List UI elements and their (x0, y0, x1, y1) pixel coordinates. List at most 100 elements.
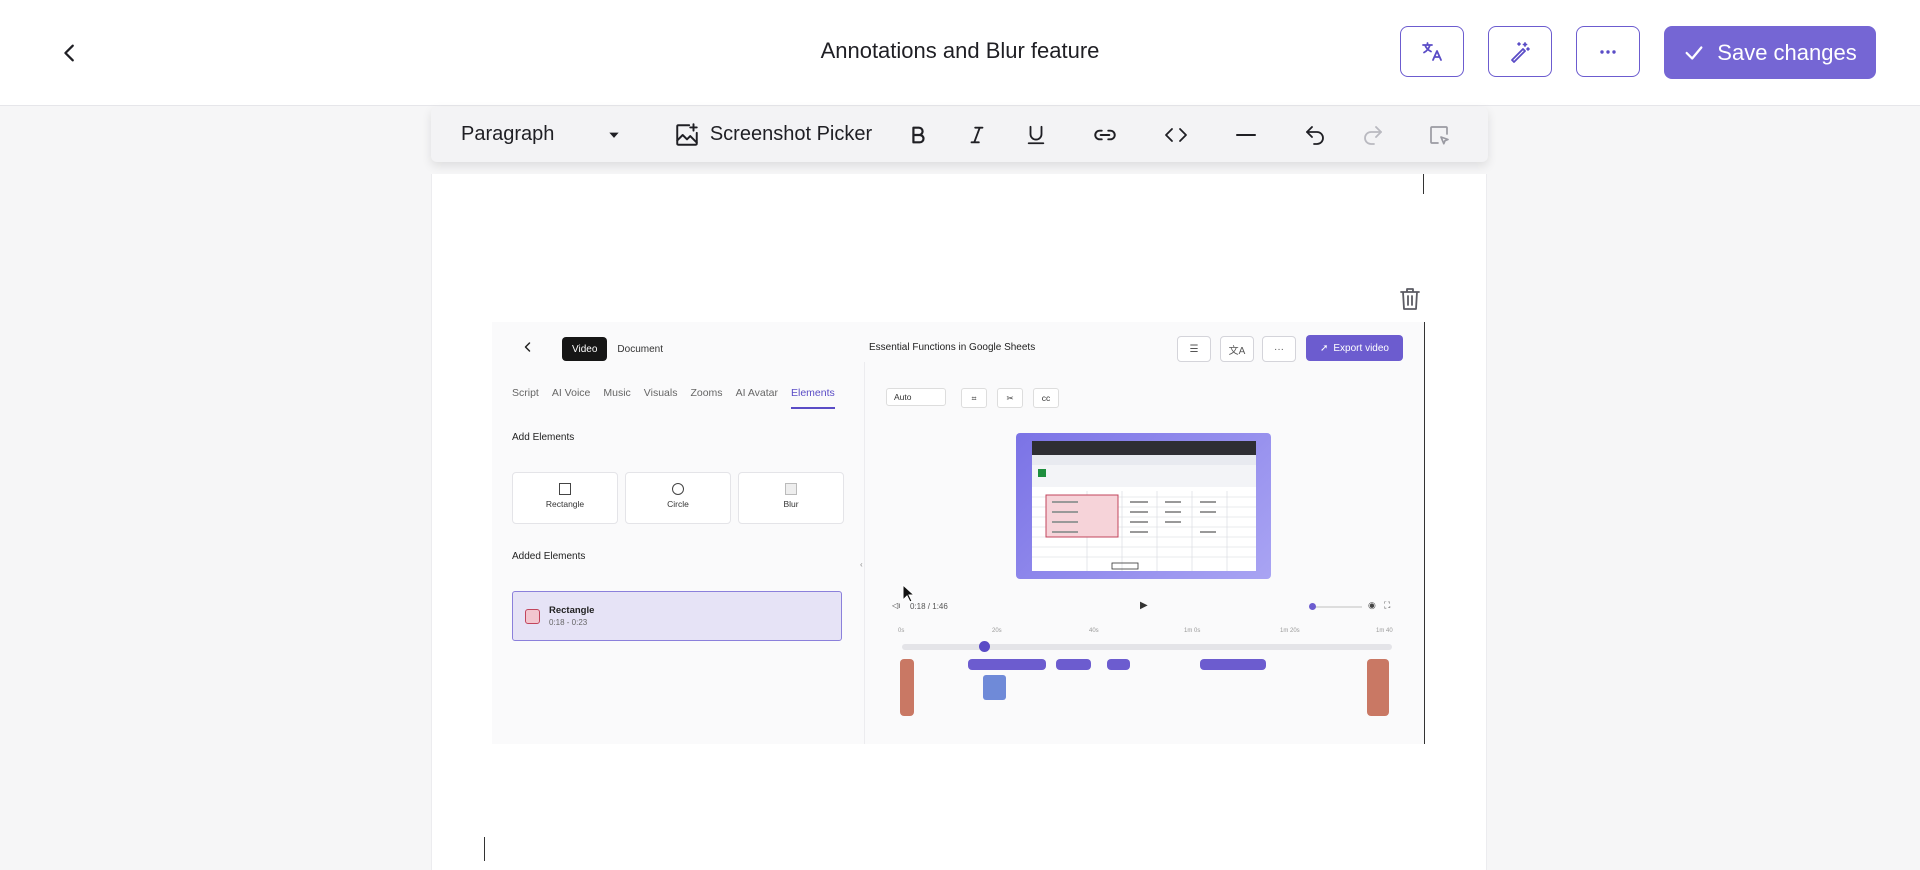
shot-card-circle: Circle (625, 472, 731, 524)
shot-eye-icon: ◉ (1368, 600, 1376, 610)
shot-card-blur: Blur (738, 472, 844, 524)
shot-rectangle-icon (559, 483, 571, 495)
shot-tab-ai-avatar: AI Avatar (735, 387, 778, 399)
link-icon (1094, 129, 1116, 140)
shot-volume-icon: ◁ı (892, 601, 901, 610)
shot-view-toggle: Video Document (562, 337, 673, 361)
shot-tab-music: Music (603, 387, 631, 399)
shot-translate-icon: 文A (1220, 336, 1254, 362)
shot-circle-icon (672, 483, 684, 495)
redo-button[interactable] (1353, 107, 1393, 162)
shot-export-button: ➚ Export video (1306, 335, 1403, 361)
shot-panel-divider (864, 362, 865, 744)
bold-button[interactable] (898, 107, 938, 162)
horizontal-rule-button[interactable] (1226, 107, 1266, 162)
delete-image-button[interactable] (1398, 286, 1426, 314)
shot-trim-start-handle (900, 659, 914, 716)
block-type-select[interactable]: Paragraph (451, 107, 631, 162)
redo-icon (1364, 125, 1382, 145)
caret-down-icon (609, 132, 619, 138)
shot-tab-zooms: Zooms (690, 387, 723, 399)
translate-icon (1422, 41, 1442, 61)
text-caret (1423, 174, 1424, 194)
magic-wand-icon (1511, 41, 1530, 63)
shot-aspect-select: Auto (886, 388, 946, 406)
shot-trim-end-handle (1367, 659, 1389, 716)
shot-playhead (979, 641, 990, 652)
shot-video-preview (1016, 433, 1271, 579)
shot-card-blur-label: Blur (783, 499, 799, 509)
shot-more-icon: ··· (1262, 336, 1296, 362)
shot-tab-ai-voice: AI Voice (551, 387, 591, 399)
code-button[interactable] (1154, 107, 1198, 162)
shot-crop-icon: ⌗ (961, 388, 987, 408)
screenshot-picker-label: Screenshot Picker (709, 123, 873, 145)
text-caret (484, 837, 485, 861)
shot-rocket-icon: ➚ (1320, 342, 1329, 354)
shot-card-circle-label: Circle (667, 499, 689, 509)
more-horizontal-icon (1600, 49, 1616, 54)
more-options-button[interactable] (1576, 26, 1640, 77)
shot-clip (1056, 659, 1091, 670)
shot-clip (1200, 659, 1266, 670)
shot-fullscreen-icon: ⛶ (1384, 600, 1391, 610)
chevron-left-icon (64, 44, 74, 62)
code-icon (1165, 127, 1187, 142)
shot-tick-4: 1m 20s (1280, 628, 1300, 634)
shot-tick-3: 1m 0s (1184, 628, 1201, 634)
shot-back-icon (522, 340, 534, 357)
shot-zoom-slider-knob (1309, 603, 1316, 610)
shot-added-element-range: 0:18 - 0:23 (549, 618, 588, 627)
shot-clip (968, 659, 1046, 670)
shot-document-tab: Document (617, 343, 663, 355)
shot-blur-icon (785, 483, 797, 495)
trash-icon (1400, 288, 1420, 310)
shot-tick-0: 0s (898, 628, 905, 634)
save-changes-label: Save changes (1717, 39, 1857, 65)
shot-tick-5: 1m 40 (1376, 628, 1393, 634)
undo-button[interactable] (1295, 107, 1335, 162)
shot-add-elements-heading: Add Elements (512, 432, 575, 443)
formatting-toolbar: Paragraph Screenshot Picker (431, 107, 1488, 162)
screenshot-picker-button[interactable]: Screenshot Picker (673, 107, 873, 162)
block-type-label: Paragraph (461, 123, 555, 145)
bold-icon (912, 126, 925, 143)
embedded-screenshot[interactable]: Video Document Essential Functions in Go… (492, 322, 1425, 744)
italic-button[interactable] (957, 107, 997, 162)
shot-zoom-slider (1312, 606, 1362, 608)
shot-export-label: Export video (1333, 342, 1389, 354)
shot-captions-icon: cc (1033, 388, 1059, 408)
shot-added-element-row: Rectangle 0:18 - 0:23 (512, 591, 842, 641)
shot-tick-1: 20s (992, 628, 1002, 634)
link-button[interactable] (1085, 107, 1125, 162)
image-add-icon (676, 122, 698, 146)
select-icon (1430, 125, 1449, 145)
shot-collapse-icon: ‹ (860, 560, 863, 569)
shot-list-icon: ☰ (1177, 336, 1211, 362)
shot-added-elements-heading: Added Elements (512, 551, 586, 562)
shot-clip (1107, 659, 1130, 670)
shot-title: Essential Functions in Google Sheets (869, 342, 1036, 353)
save-changes-button[interactable]: Save changes (1664, 26, 1876, 79)
shot-play-icon: ▶ (1140, 600, 1148, 611)
shot-tick-2: 40s (1089, 628, 1099, 634)
horizontal-rule-icon (1236, 133, 1256, 136)
shot-video-tab: Video (562, 337, 608, 361)
check-icon (1685, 45, 1703, 60)
top-header: Annotations and Blur feature Save change… (0, 0, 1920, 106)
back-button[interactable] (50, 33, 90, 73)
shot-added-element-name: Rectangle (549, 605, 595, 616)
shot-tab-script: Script (512, 387, 539, 399)
underline-button[interactable] (1016, 107, 1056, 162)
shot-element-clip (983, 675, 1006, 700)
select-tool-button[interactable] (1419, 107, 1459, 162)
undo-icon (1306, 125, 1324, 145)
shot-aspect-label: Auto (894, 392, 912, 402)
shot-timeline-track (902, 644, 1392, 650)
shot-cut-icon: ✂ (997, 388, 1023, 408)
magic-button[interactable] (1488, 26, 1552, 77)
italic-icon (970, 126, 984, 143)
translate-button[interactable] (1400, 26, 1464, 77)
shot-tabs: Script AI Voice Music Visuals Zooms AI A… (512, 387, 835, 409)
shot-tab-elements: Elements (790, 387, 835, 409)
